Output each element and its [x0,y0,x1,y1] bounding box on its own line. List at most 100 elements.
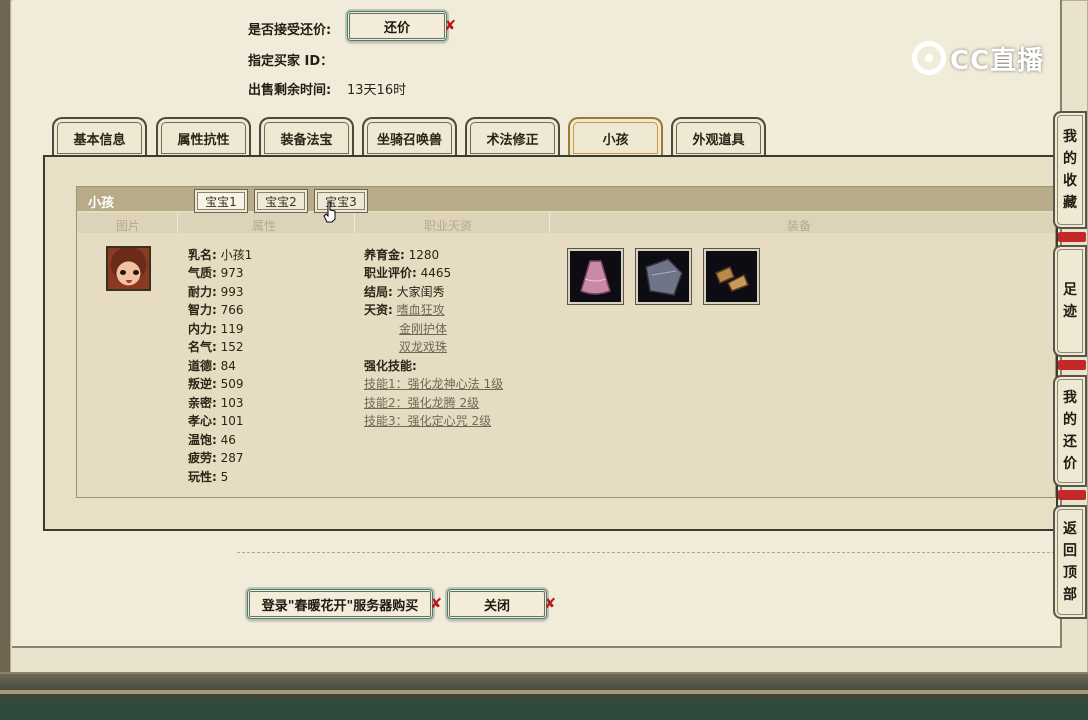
career-key: 职业评价 [364,266,413,280]
cc-live-logo: CC直播 [912,38,1057,78]
baby-tab-2[interactable]: 宝宝2 [254,189,308,213]
tab-equipment[interactable]: 装备法宝 [259,117,354,157]
attr-key: 智力 [188,303,213,317]
career-colon: : [388,285,393,299]
column-divider [354,213,355,233]
attr-intimacy: 亲密: 103 [188,394,244,411]
skill-link[interactable]: 技能3：强化定心咒 2级 [364,412,491,429]
counter-offer-button[interactable]: 还价 ✘ [347,11,456,41]
attr-key: 亲密 [188,396,213,410]
attr-inner-power: 内力: 119 [188,320,244,337]
career-value: 4465 [420,266,452,280]
attr-colon: : [212,377,217,391]
buyer-id-label: 指定买家 ID： [248,54,334,69]
child-portrait [106,246,151,291]
column-header-image: 图片 [116,219,141,233]
attr-fame: 名气: 152 [188,338,244,355]
side-nav-back-to-top[interactable]: 返 回 顶 部 [1053,505,1087,619]
attr-endurance: 耐力: 993 [188,283,244,300]
skill-link[interactable]: 技能2：强化龙腾 2级 [364,394,479,411]
gray-clothes-icon[interactable] [635,248,692,305]
pink-skirt-icon[interactable] [567,248,624,305]
red-knot-icon: ✘ [444,18,456,34]
tab-spell-correction[interactable]: 术法修正 [465,117,560,157]
attr-value: 973 [220,266,244,280]
divider-line [237,552,1055,553]
attr-key: 道德 [188,359,213,373]
counter-offer-button-label: 还价 [383,20,410,36]
attr-colon: : [212,340,217,354]
talent-link[interactable]: 双龙戏珠 [399,338,447,355]
attr-colon: : [212,359,217,373]
career-value: 1280 [408,248,440,262]
attr-key: 疲劳 [188,451,213,465]
skill-link[interactable]: 技能1：强化龙神心法 1级 [364,375,503,392]
close-button[interactable]: 关闭 ✘ [447,589,556,619]
attr-colon: : [212,414,217,428]
attr-colon: : [212,470,217,484]
bottom-decor-bar [0,672,1088,720]
counter-offer-label: 是否接受还价: [248,23,332,38]
attr-rebellion: 叛逆: 509 [188,375,244,392]
tab-label: 属性抗性 [177,132,230,148]
logo-text: CC直播 [950,45,1045,76]
attr-key: 孝心 [188,414,213,428]
tab-basic-info[interactable]: 基本信息 [52,117,147,157]
tab-child[interactable]: 小孩 [568,117,663,157]
pink-skirt-icon-svg [580,260,611,295]
attr-morality: 道德: 84 [188,357,236,374]
brown-shoes-icon-svg [715,266,749,292]
column-header-row [77,213,1055,233]
tab-appearance-items[interactable]: 外观道具 [671,117,766,157]
tab-label: 术法修正 [486,132,539,148]
cc-logo-icon [912,41,946,75]
talent-link[interactable]: 嗜血狂攻 [397,303,445,317]
side-nav-char: 迹 [1063,304,1077,320]
column-header-equipment: 装备 [787,219,812,233]
red-knot-icon: ✘ [544,596,556,612]
attr-value: 152 [220,340,244,354]
attr-key: 内力 [188,322,213,336]
red-knot-icon [1058,490,1086,500]
tab-mounts-summons[interactable]: 坐骑召唤兽 [362,117,457,157]
attr-colon: : [212,303,217,317]
attr-colon: : [212,266,217,280]
attr-key: 耐力 [188,285,213,299]
side-nav-char: 顶 [1063,565,1077,581]
side-nav-char: 收 [1063,173,1077,189]
tab-label: 基本信息 [73,132,126,148]
attr-satiety: 温饱: 46 [188,431,236,448]
attr-value: 84 [220,359,236,373]
career-colon: : [388,303,393,317]
career-rating: 职业评价: 4465 [364,264,451,281]
tab-attributes[interactable]: 属性抗性 [156,117,251,157]
bottom-stripe [0,690,1088,694]
gray-clothes-icon-svg [645,258,683,296]
attr-temperament: 气质: 973 [188,264,244,281]
side-nav-favorites[interactable]: 我 的 收 藏 [1053,111,1087,229]
career-colon: : [412,266,417,280]
attr-colon: : [212,396,217,410]
brown-shoes-icon[interactable] [703,248,760,305]
portrait-eye [133,270,139,275]
side-nav-char: 回 [1063,543,1077,559]
skills-title: 强化技能: [364,359,417,373]
column-divider [549,213,550,233]
red-knot-icon [1058,360,1086,370]
talent-link[interactable]: 金刚护体 [399,320,447,337]
tab-label: 坐骑召唤兽 [376,132,442,148]
login-buy-button[interactable]: 登录"春暖花开"服务器购买 ✘ [247,589,442,619]
attr-colon: : [212,322,217,336]
hand-cursor-icon [323,201,336,223]
side-nav-footprints[interactable]: 足 迹 [1053,245,1087,357]
attr-key: 气质 [188,266,213,280]
baby-tab-1[interactable]: 宝宝1 [194,189,248,213]
side-nav-char: 我 [1063,390,1077,406]
portrait-mouth [126,280,132,283]
attr-value: 小孩1 [220,248,253,262]
side-nav-my-counter-offers[interactable]: 我 的 还 价 [1053,375,1087,487]
login-buy-button-label: 登录"春暖花开"服务器购买 [261,598,419,614]
side-nav-char: 还 [1063,434,1077,450]
attr-nickname: 乳名: 小孩1 [188,246,252,263]
attr-value: 5 [220,470,229,484]
